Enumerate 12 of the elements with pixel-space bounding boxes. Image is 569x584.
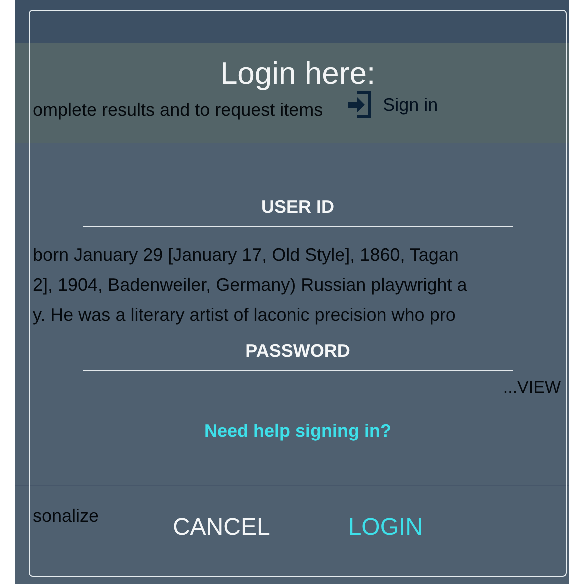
password-field[interactable]: PASSWORD: [83, 333, 513, 371]
description-line: born January 29 [January 17, Old Style], 1860, Tagan: [33, 244, 459, 267]
user-id-field[interactable]: USER ID: [83, 189, 513, 227]
cancel-button[interactable]: CANCEL: [168, 512, 274, 544]
description-line: y. He was a literary artist of laconic precision who pro: [33, 304, 456, 327]
personalize-text: sonalize: [33, 506, 100, 527]
help-link[interactable]: Need help signing in?: [204, 421, 392, 442]
login-button[interactable]: LOGIN: [344, 512, 428, 544]
view-more-link[interactable]: ...VIEW: [503, 378, 561, 398]
sign-in-icon: [347, 89, 374, 121]
description-line: 2], 1904, Badenweiler, Germany) Russian playwright a: [33, 274, 468, 297]
banner-text: omplete results and to request items: [33, 100, 324, 121]
